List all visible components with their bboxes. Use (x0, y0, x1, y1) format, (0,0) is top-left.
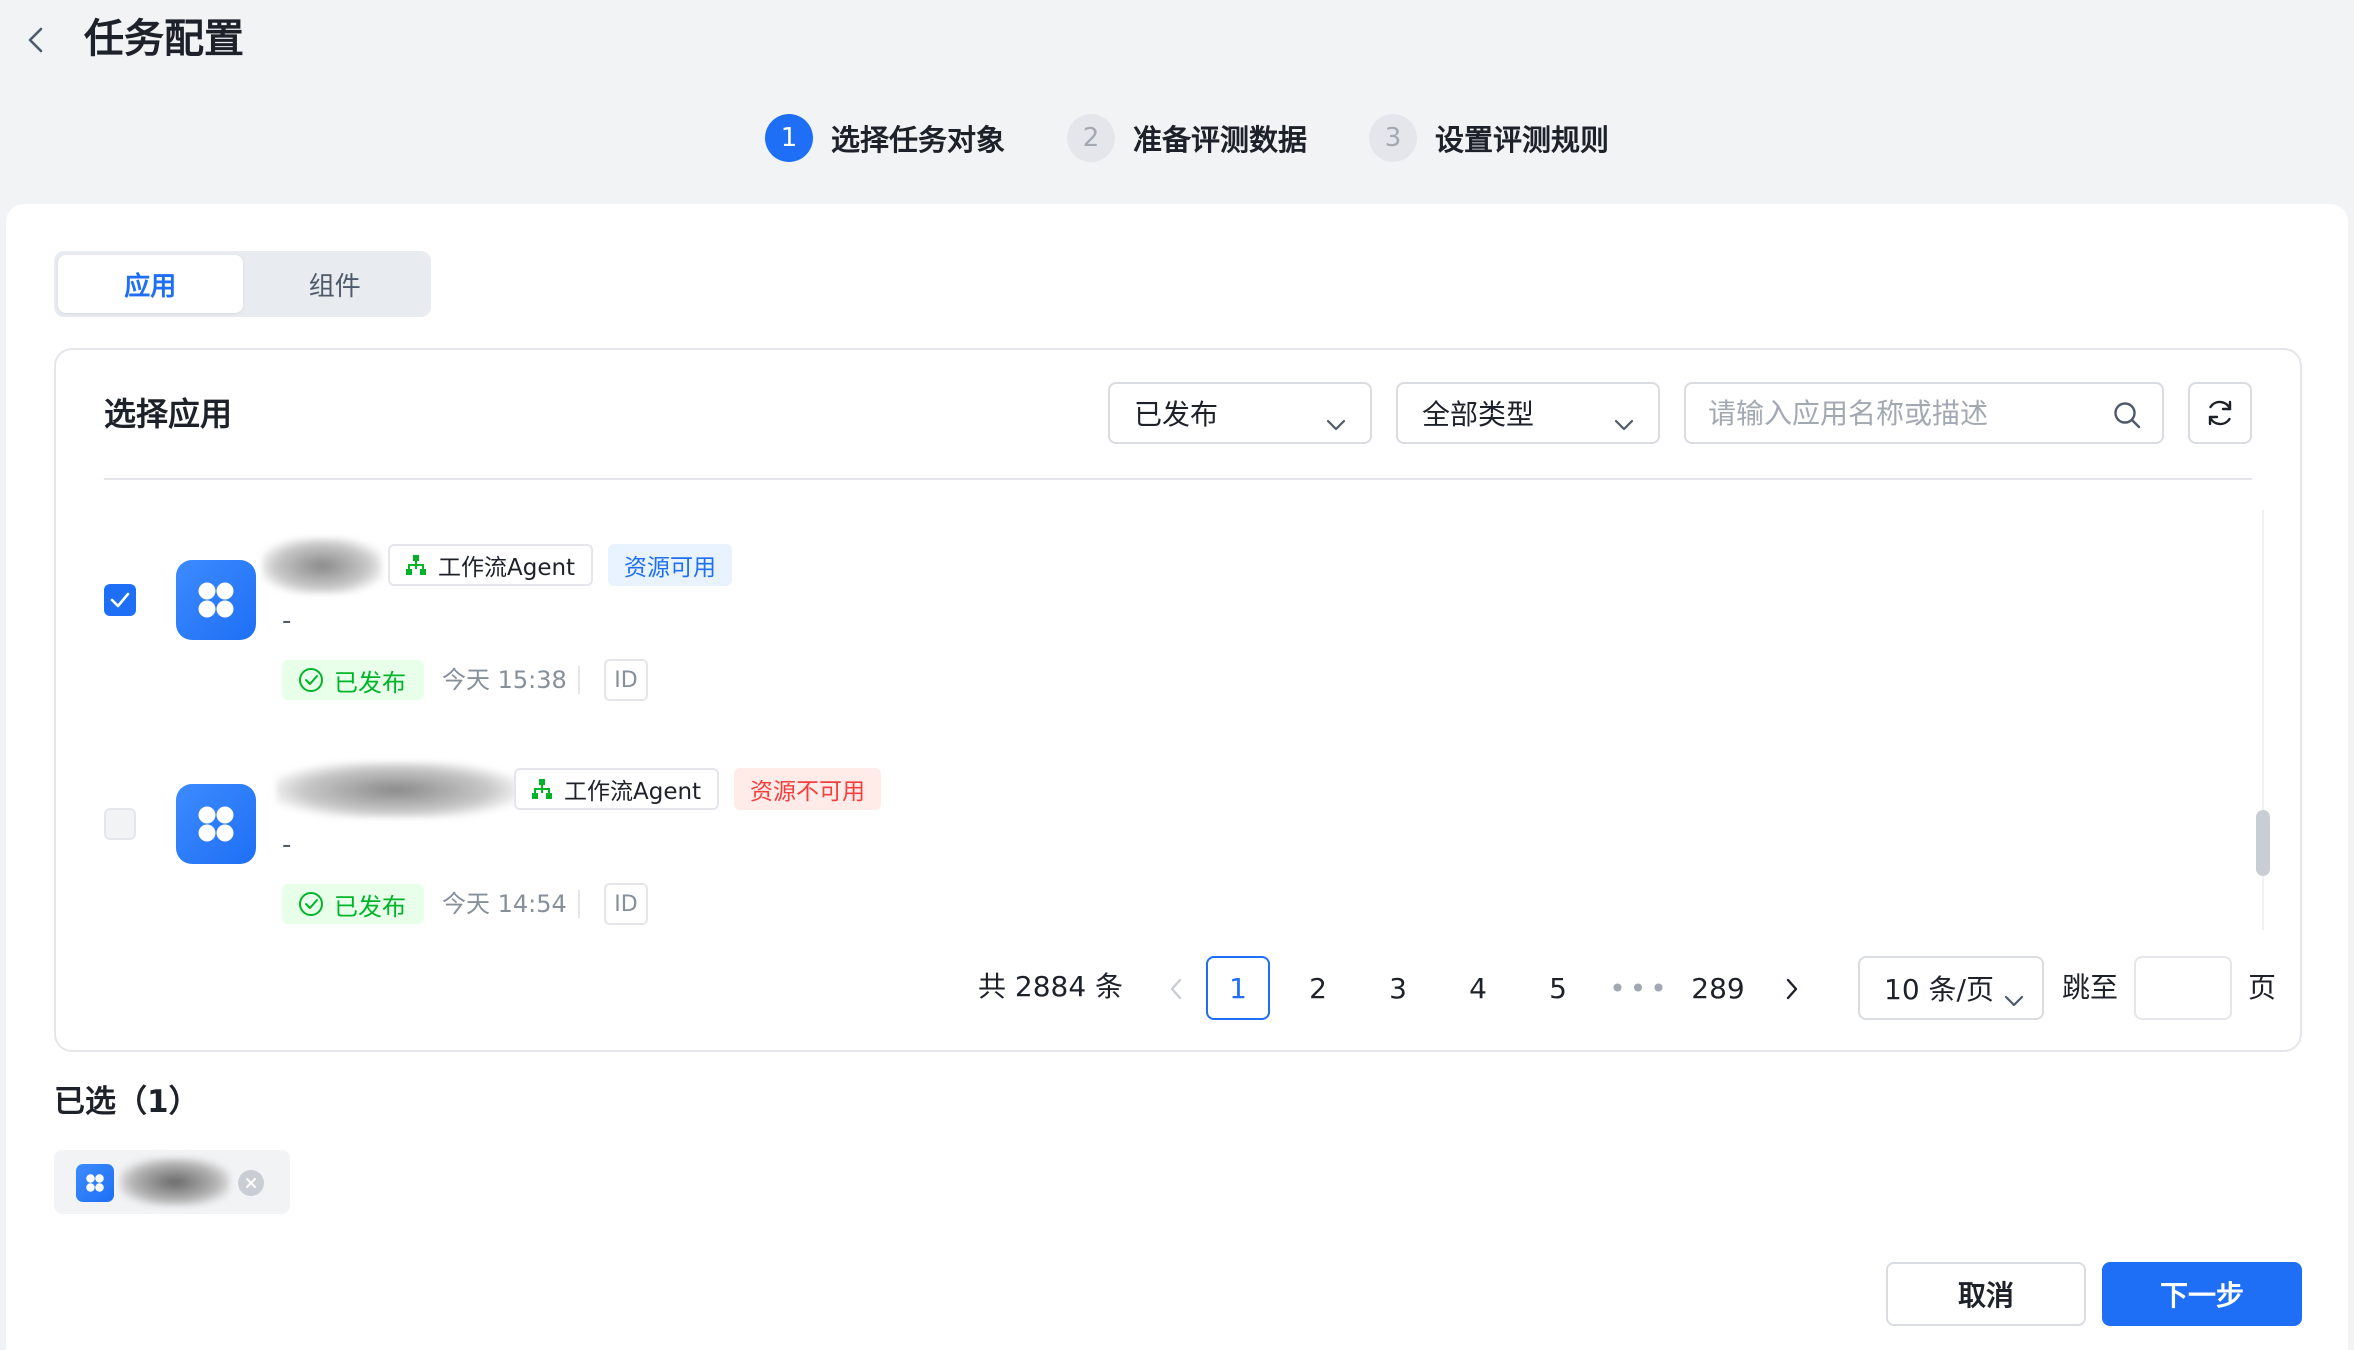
check-circle-icon (299, 892, 323, 916)
app-checkbox[interactable] (104, 808, 136, 840)
agent-type-tag: 工作流Agent (388, 544, 594, 586)
app-logo-icon (76, 1164, 114, 1202)
list-item[interactable]: 工作流Agent 资源不可用 - 已发布 今天 14:54 ID (56, 734, 2276, 925)
workflow-icon (406, 555, 426, 575)
app-logo-icon (176, 784, 256, 864)
refresh-button[interactable] (2188, 382, 2252, 444)
agent-type-label: 工作流Agent (564, 779, 702, 805)
tab-app[interactable]: 应用 (58, 255, 243, 313)
chevron-down-icon (1326, 406, 1346, 439)
next-page-button[interactable] (1772, 960, 1812, 1018)
tab-component[interactable]: 组件 (243, 255, 428, 313)
cancel-button[interactable]: 取消 (1886, 1262, 2086, 1326)
step-1: 1 选择任务对象 (765, 114, 1005, 162)
app-updated-time: 今天 15:38 (442, 666, 567, 694)
list-item[interactable]: 工作流Agent 资源可用 - 已发布 今天 15:38 ID (56, 510, 2276, 701)
app-search-box (1684, 382, 2164, 444)
page-4-button[interactable]: 4 (1446, 956, 1510, 1020)
remove-selection-button[interactable] (238, 1170, 264, 1196)
list-scrollbar-thumb[interactable] (2256, 810, 2270, 876)
next-step-button[interactable]: 下一步 (2102, 1262, 2302, 1326)
jump-page-input[interactable] (2134, 956, 2232, 1020)
object-type-tabs: 应用 组件 (54, 251, 431, 317)
step-indicator: 1 选择任务对象 2 准备评测数据 3 设置评测规则 (765, 114, 1671, 162)
refresh-icon (2208, 400, 2232, 426)
chevron-left-icon (1170, 978, 1182, 1000)
published-badge: 已发布 (282, 884, 424, 924)
id-tag[interactable]: ID (604, 659, 648, 701)
selected-app-chip (54, 1150, 290, 1214)
app-checkbox[interactable] (104, 584, 136, 616)
task-config-page: 任务配置 1 选择任务对象 2 准备评测数据 3 设置评测规则 应用 组件 选择… (0, 0, 2354, 1350)
app-list: 工作流Agent 资源可用 - 已发布 今天 15:38 ID 工作流Agent… (56, 510, 2276, 930)
prev-page-button[interactable] (1156, 960, 1196, 1018)
type-filter-value: 全部类型 (1422, 398, 1535, 431)
select-app-panel: 选择应用 已发布 全部类型 请输入应用名称或描述 工作流Agent 资源可用 -… (54, 348, 2302, 1052)
page-3-button[interactable]: 3 (1366, 956, 1430, 1020)
panel-divider (104, 478, 2252, 480)
app-name-redacted (262, 538, 382, 594)
agent-type-tag: 工作流Agent (514, 768, 720, 810)
app-search-input[interactable] (1708, 396, 2088, 430)
status-filter-select[interactable]: 已发布 (1108, 382, 1372, 444)
published-badge: 已发布 (282, 660, 424, 700)
step-3: 3 设置评测规则 (1369, 114, 1609, 162)
step-3-label: 设置评测规则 (1435, 123, 1610, 157)
search-icon[interactable] (2112, 400, 2142, 434)
jump-label: 跳至 (2062, 971, 2119, 1004)
jump-suffix: 页 (2248, 971, 2277, 1004)
type-filter-select[interactable]: 全部类型 (1396, 382, 1660, 444)
id-tag[interactable]: ID (604, 883, 648, 925)
app-name-redacted (276, 762, 516, 818)
agent-type-label: 工作流Agent (438, 555, 576, 581)
selected-title: 已选（1） (54, 1084, 200, 1120)
page-size-select[interactable]: 10 条/页 (1858, 956, 2044, 1020)
app-logo-icon (176, 560, 256, 640)
published-label: 已发布 (334, 892, 406, 921)
published-label: 已发布 (334, 668, 406, 697)
workflow-icon (532, 779, 552, 799)
step-1-label: 选择任务对象 (831, 123, 1006, 157)
close-icon (246, 1178, 256, 1188)
step-1-number: 1 (765, 114, 813, 162)
step-2: 2 准备评测数据 (1067, 114, 1307, 162)
step-2-number: 2 (1067, 114, 1116, 162)
chevron-right-icon (1786, 978, 1798, 1000)
page-1-button[interactable]: 1 (1206, 956, 1270, 1020)
availability-badge: 资源不可用 (734, 768, 881, 810)
divider (578, 666, 580, 694)
page-title: 任务配置 (84, 16, 244, 62)
pagination-total: 共 2884 条 (978, 970, 1124, 1003)
divider (578, 890, 580, 918)
app-description: - (282, 830, 292, 860)
app-description: - (282, 606, 292, 636)
panel-title: 选择应用 (104, 395, 233, 433)
availability-badge: 资源可用 (608, 544, 732, 586)
chevron-down-icon (1614, 406, 1634, 439)
chevron-down-icon (2004, 982, 2024, 1015)
status-filter-value: 已发布 (1134, 398, 1219, 431)
step-2-label: 准备评测数据 (1133, 123, 1308, 157)
page-ellipsis[interactable]: ••• (1609, 956, 1670, 1020)
check-circle-icon (299, 668, 323, 692)
check-icon (110, 592, 130, 608)
app-updated-time: 今天 14:54 (442, 890, 567, 918)
step-3-number: 3 (1369, 114, 1418, 162)
page-size-value: 10 条/页 (1884, 973, 1994, 1006)
page-2-button[interactable]: 2 (1286, 956, 1350, 1020)
back-arrow-icon[interactable] (16, 20, 56, 60)
app-name-redacted (120, 1158, 230, 1206)
last-page-button[interactable]: 289 (1686, 956, 1750, 1020)
page-5-button[interactable]: 5 (1526, 956, 1590, 1020)
